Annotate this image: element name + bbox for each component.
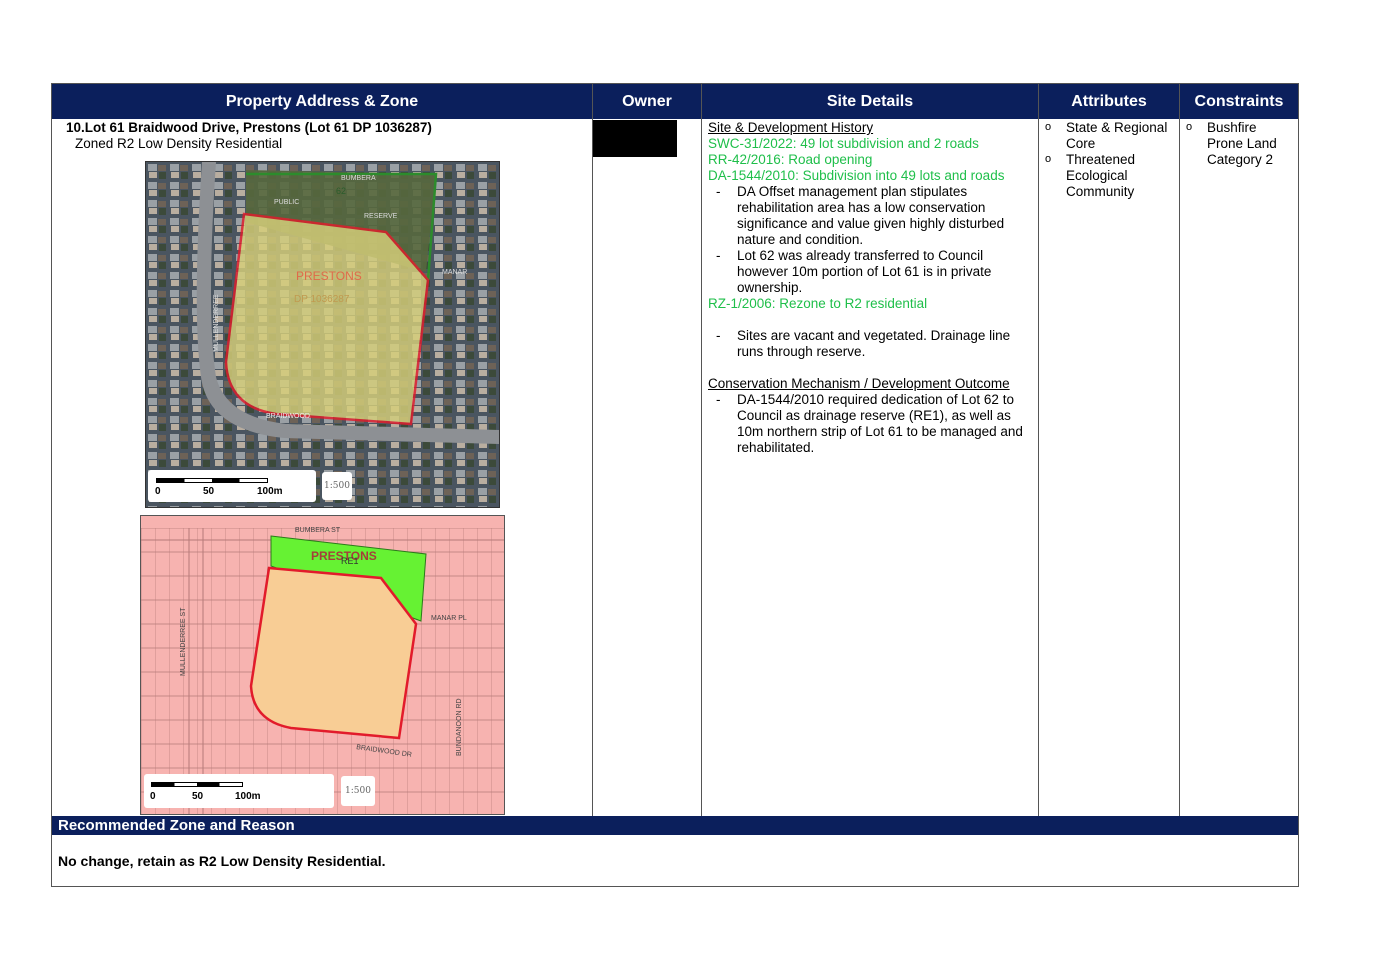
zoning-scale-bar: 0 50 100m: [144, 774, 334, 808]
aerial-scale-50: 50: [203, 486, 215, 497]
recommendation-text: No change, retain as R2 Low Density Resi…: [58, 853, 386, 869]
property-cell: 10.Lot 61 Braidwood Drive, Prestons (Lot…: [66, 120, 586, 152]
column-divider: [1179, 84, 1180, 816]
aerial-scale-ratio: 1:500: [322, 472, 352, 500]
aerial-image: PRESTONS DP 1036287 62 BUMBERA PUBLIC RE…: [146, 162, 499, 507]
da-note: Lot 62 was already transferred to Counci…: [708, 248, 1036, 296]
zoning-street-bundanoon: BUNDANOON RD: [456, 698, 463, 756]
property-address-text: Lot 61 Braidwood Drive, Prestons (Lot 61…: [84, 120, 432, 135]
zoning-label-re1: RE1: [341, 556, 359, 566]
aerial-label-lot: 62: [336, 186, 346, 196]
mechanism-heading: Conservation Mechanism / Development Out…: [708, 376, 1010, 391]
mechanism-note: DA-1544/2010 required dedication of Lot …: [708, 392, 1036, 456]
zoning-image: PRESTONS RE1 BUMBERA ST MULLENDERREE ST …: [141, 516, 504, 814]
history-heading: Site & Development History: [708, 120, 874, 135]
aerial-map: PRESTONS DP 1036287 62 BUMBERA PUBLIC RE…: [145, 161, 500, 508]
aerial-scale-0: 0: [155, 486, 161, 497]
column-divider: [592, 84, 593, 816]
aerial-label-prestons: PRESTONS: [296, 269, 362, 283]
aerial-street-public: PUBLIC: [274, 199, 299, 206]
property-number: 10.: [66, 120, 85, 135]
aerial-street-bumbera: BUMBERA: [341, 175, 376, 182]
aerial-label-dp: DP 1036287: [294, 294, 350, 305]
attributes-cell: State & Regional Core Threatened Ecologi…: [1039, 119, 1177, 200]
approval-swc: SWC-31/2022: 49 lot subdivision and 2 ro…: [708, 136, 979, 151]
column-divider: [701, 84, 702, 816]
aerial-street-manar: MANAR: [442, 269, 467, 276]
zoning-street-manar: MANAR PL: [431, 615, 467, 622]
aerial-scale-100m: 100m: [257, 486, 283, 497]
attribute-item: Threatened Ecological Community: [1039, 151, 1177, 200]
aerial-street-braidwood: BRAIDWOOD: [266, 413, 310, 420]
zoning-street-mullenderree: MULLENDERREE ST: [180, 607, 187, 676]
zoning-scale-50: 50: [192, 791, 204, 802]
property-table: Property Address & Zone Owner Site Detai…: [51, 83, 1299, 887]
aerial-street-reserve: RESERVE: [364, 213, 398, 220]
zoning-scale-ratio: 1:500: [341, 776, 375, 806]
header-owner: Owner: [593, 84, 701, 119]
property-zone: Zoned R2 Low Density Residential: [75, 136, 283, 151]
approval-da: DA-1544/2010: Subdivision into 49 lots a…: [708, 168, 1005, 183]
zoning-street-bumbera: BUMBERA ST: [295, 527, 341, 534]
rezone-history: RZ-1/2006: Rezone to R2 residential: [708, 296, 928, 311]
property-address: 10.Lot 61 Braidwood Drive, Prestons (Lot…: [66, 120, 586, 136]
header-attributes: Attributes: [1039, 84, 1179, 119]
zoning-map: PRESTONS RE1 BUMBERA ST MULLENDERREE ST …: [140, 515, 505, 815]
header-property: Property Address & Zone: [52, 84, 592, 119]
header-constraints: Constraints: [1180, 84, 1298, 119]
aerial-scale-bar: 0 50 100m: [148, 470, 316, 502]
constraint-item: Bushfire Prone Land Category 2: [1180, 119, 1292, 168]
owner-redacted: [593, 120, 677, 157]
aerial-street-mullenderree: MULLENDERREE: [213, 294, 220, 352]
zoning-scale-100m: 100m: [235, 791, 261, 802]
zoning-scale-0: 0: [150, 791, 156, 802]
da-note: DA Offset management plan stipulates reh…: [708, 184, 1036, 248]
site-note: Sites are vacant and vegetated. Drainage…: [708, 328, 1036, 360]
constraints-cell: Bushfire Prone Land Category 2: [1180, 119, 1292, 168]
recommendation-heading: Recommended Zone and Reason: [52, 816, 1298, 835]
header-site-details: Site Details: [702, 84, 1038, 119]
approval-rr: RR-42/2016: Road opening: [708, 152, 873, 167]
site-details-cell: Site & Development History SWC-31/2022: …: [708, 120, 1036, 456]
attribute-item: State & Regional Core: [1039, 119, 1177, 152]
